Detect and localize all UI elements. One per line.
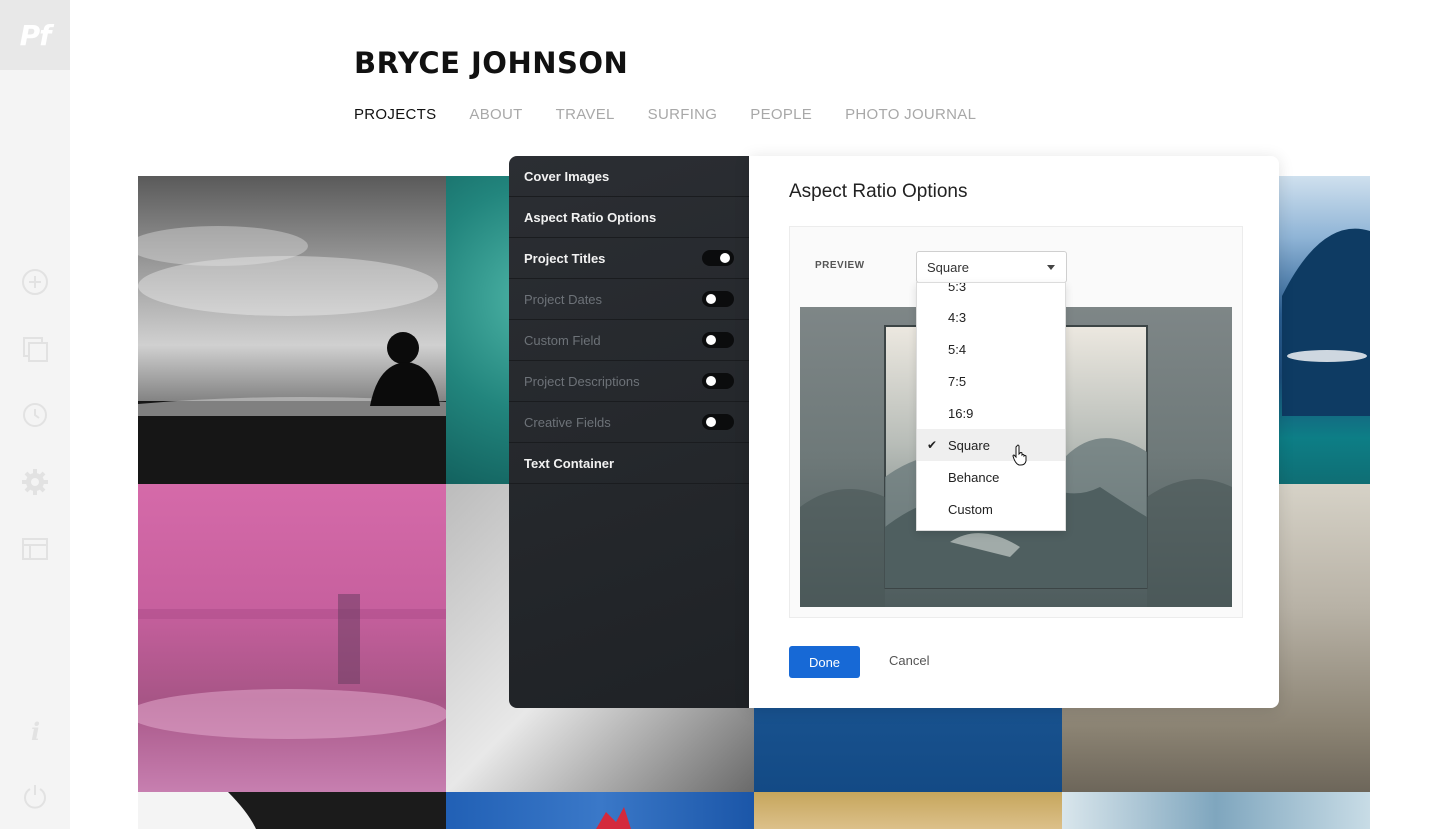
setting-label: Custom Field	[524, 332, 601, 348]
nav-item-surfing[interactable]: SURFING	[648, 106, 718, 123]
custom-field-toggle[interactable]	[702, 332, 734, 348]
setting-project-descriptions[interactable]: Project Descriptions	[509, 361, 749, 402]
preview-label: PREVIEW	[815, 260, 865, 271]
panel-title: Aspect Ratio Options	[789, 181, 968, 202]
setting-project-titles[interactable]: Project Titles	[509, 238, 749, 279]
dropdown-option-7-5[interactable]: 7:5	[917, 365, 1065, 397]
option-label: 16:9	[948, 405, 974, 421]
project-cover-tile[interactable]	[138, 484, 446, 792]
dropdown-option-16-9[interactable]: 16:9	[917, 397, 1065, 429]
settings-icon[interactable]	[20, 467, 50, 497]
design-settings-panel: Cover Images Aspect Ratio Options Projec…	[509, 156, 749, 708]
option-label: Custom	[948, 501, 993, 517]
svg-text:i: i	[31, 717, 40, 744]
setting-cover-images[interactable]: Cover Images	[509, 156, 749, 197]
select-value: Square	[927, 260, 969, 275]
setting-project-dates[interactable]: Project Dates	[509, 279, 749, 320]
creative-fields-toggle[interactable]	[702, 414, 734, 430]
setting-label: Cover Images	[524, 168, 610, 184]
project-cover-tile[interactable]	[138, 792, 446, 829]
setting-label: Project Descriptions	[524, 373, 640, 389]
nav-item-travel[interactable]: TRAVEL	[556, 106, 615, 123]
option-label: 4:3	[948, 309, 967, 325]
add-icon[interactable]	[20, 267, 50, 297]
aspect-ratio-dropdown: 5:3 4:3 5:4 7:5 16:9 ✔ Square Behance Cu…	[916, 282, 1066, 531]
project-cover-tile[interactable]	[446, 792, 754, 829]
setting-label: Project Titles	[524, 250, 606, 266]
project-cover-tile[interactable]	[138, 176, 446, 484]
project-cover-tile[interactable]	[1062, 792, 1370, 829]
site-title[interactable]: BRYCE JOHNSON	[354, 46, 628, 80]
nav-item-about[interactable]: ABOUT	[469, 106, 522, 123]
setting-label: Aspect Ratio Options	[524, 209, 657, 225]
pink-beach-image	[138, 594, 446, 739]
option-label: 5:3	[948, 282, 967, 294]
info-icon[interactable]: i	[20, 715, 50, 745]
dropdown-option-custom[interactable]: Custom	[917, 493, 1065, 525]
checkmark-icon: ✔	[927, 438, 938, 452]
setting-creative-fields[interactable]: Creative Fields	[509, 402, 749, 443]
setting-aspect-ratio-options[interactable]: Aspect Ratio Options	[509, 197, 749, 238]
option-label: 5:4	[948, 341, 967, 357]
project-dates-toggle[interactable]	[702, 291, 734, 307]
project-titles-toggle[interactable]	[702, 250, 734, 266]
power-icon[interactable]	[20, 781, 50, 811]
site-nav: PROJECTS ABOUT TRAVEL SURFING PEOPLE PHO…	[354, 106, 976, 123]
bw-image	[138, 792, 256, 829]
portfolio-logo[interactable]: Pf	[0, 0, 70, 70]
chevron-down-icon	[1047, 265, 1055, 270]
dropdown-option-square[interactable]: ✔ Square	[917, 429, 1065, 461]
splash-image	[596, 807, 631, 829]
hand-cursor-icon	[1012, 444, 1027, 466]
layout-icon[interactable]	[20, 534, 50, 564]
setting-custom-field[interactable]: Custom Field	[509, 320, 749, 361]
nav-item-photo-journal[interactable]: PHOTO JOURNAL	[845, 106, 976, 123]
dropdown-option-5-3[interactable]: 5:3	[917, 282, 1065, 302]
nav-item-people[interactable]: PEOPLE	[750, 106, 812, 123]
option-label: 7:5	[948, 373, 967, 389]
dropdown-option-4-3[interactable]: 4:3	[917, 301, 1065, 333]
history-icon[interactable]	[20, 400, 50, 430]
setting-text-container[interactable]: Text Container	[509, 443, 749, 484]
project-cover-tile[interactable]	[754, 792, 1062, 829]
left-rail: Pf i	[0, 0, 70, 829]
setting-label: Creative Fields	[524, 414, 611, 430]
pages-icon[interactable]	[20, 334, 50, 364]
done-button[interactable]: Done	[789, 646, 860, 678]
dropdown-option-5-4[interactable]: 5:4	[917, 333, 1065, 365]
cancel-button[interactable]: Cancel	[889, 653, 929, 668]
setting-label: Project Dates	[524, 291, 603, 307]
surfer-silhouette-image	[138, 226, 446, 484]
aspect-ratio-select[interactable]: Square	[916, 251, 1067, 283]
project-descriptions-toggle[interactable]	[702, 373, 734, 389]
setting-label: Text Container	[524, 455, 615, 471]
option-label: Behance	[948, 469, 1000, 485]
nav-item-projects[interactable]: PROJECTS	[354, 106, 436, 123]
dropdown-option-behance[interactable]: Behance	[917, 461, 1065, 493]
option-label: Square	[948, 437, 990, 453]
